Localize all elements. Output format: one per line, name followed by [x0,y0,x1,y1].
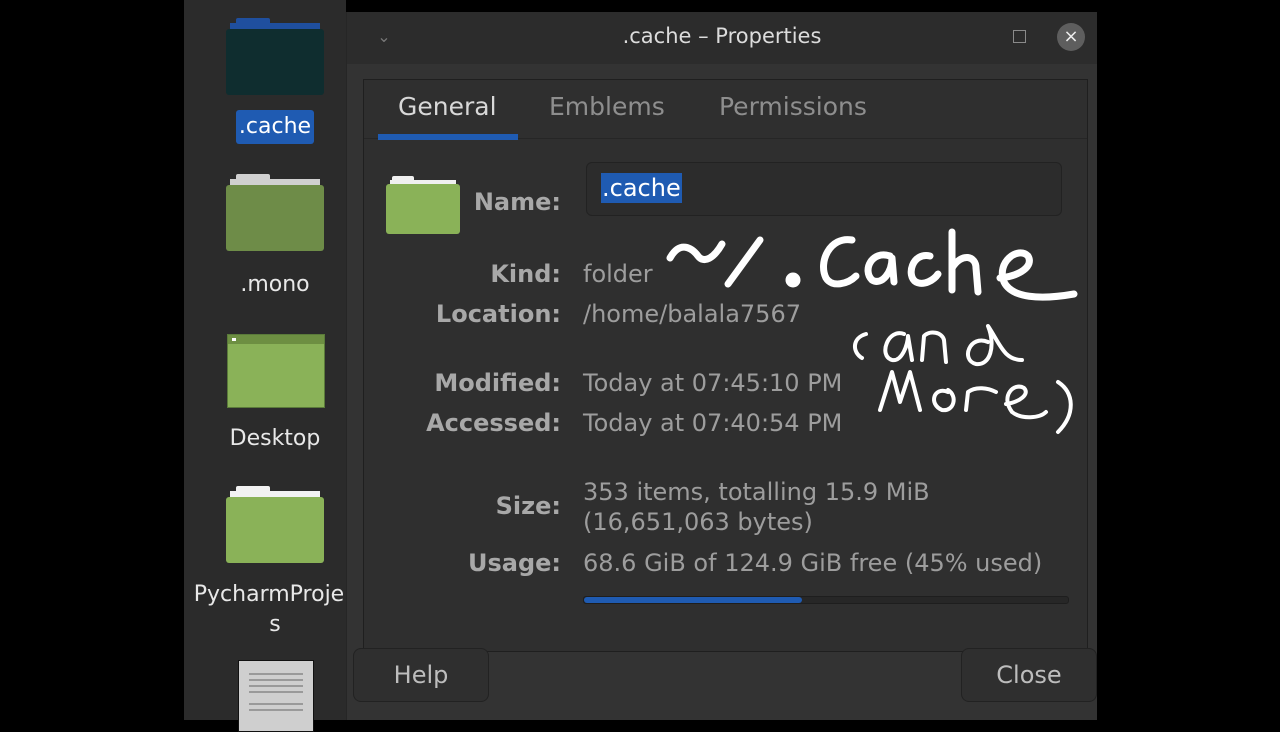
window-title: .cache – Properties [622,24,822,48]
size-label: Size: [495,492,561,520]
help-button[interactable]: Help [353,648,489,702]
desktop-item-label: .cache [235,110,315,144]
accessed-label: Accessed: [426,409,561,437]
location-value: /home/balala7567 [583,300,801,328]
tab-permissions[interactable]: Permissions [719,92,867,121]
desktop-icon-strip: .cache .mono Desktop PycharmProje s [184,0,346,732]
name-input[interactable]: .cache [586,162,1062,216]
usage-label: Usage: [467,549,561,577]
kind-label: Kind: [490,260,561,288]
usage-bar-fill [584,597,802,603]
active-tab-indicator [378,134,518,140]
maximize-icon[interactable] [1013,30,1026,43]
desktop-item-label-wrap: s [269,612,281,637]
size-bytes-value: (16,651,063 bytes) [583,508,813,536]
size-value: 353 items, totalling 15.9 MiB [583,478,930,506]
modified-label: Modified: [434,369,561,397]
kind-value: folder [583,260,653,288]
title-bar[interactable]: ⌄ .cache – Properties × [347,12,1097,64]
folder-icon [226,486,324,564]
folder-icon [226,174,324,252]
tab-general[interactable]: General [398,92,497,121]
tab-bar: General Emblems Permissions [364,80,1087,140]
folder-selected-icon [226,18,324,96]
close-icon[interactable]: × [1057,23,1085,51]
desktop-item-label: .mono [240,272,310,297]
document-icon [238,660,314,732]
properties-dialog: ⌄ .cache – Properties × General Emblems … [346,12,1097,720]
modified-value: Today at 07:45:10 PM [583,369,843,397]
tab-emblems[interactable]: Emblems [549,92,665,121]
usage-bar [583,596,1069,604]
desktop-item-label: Desktop [229,426,321,451]
usage-value: 68.6 GiB of 124.9 GiB free (45% used) [583,549,1043,577]
desktop-item-label: PycharmProje [193,582,345,607]
desktop-folder-icon [227,334,325,408]
close-button[interactable]: Close [961,648,1097,702]
name-label: Name: [473,188,561,216]
accessed-value: Today at 07:40:54 PM [583,409,843,437]
location-label: Location: [435,300,561,328]
properties-panel: General Emblems Permissions Name: .cache… [363,79,1088,652]
name-input-value[interactable]: .cache [601,173,682,203]
